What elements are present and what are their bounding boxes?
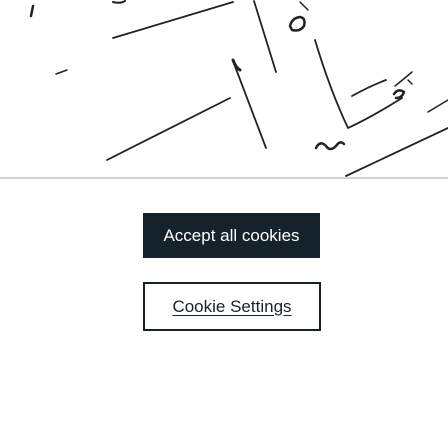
line-art-graphic: [29, 0, 448, 177]
cookie-settings-label: Cookie Settings: [172, 296, 292, 316]
accept-all-cookies-button[interactable]: Accept all cookies: [143, 213, 320, 258]
hero-illustration: [0, 0, 448, 179]
cookie-settings-button[interactable]: Cookie Settings: [143, 282, 321, 331]
